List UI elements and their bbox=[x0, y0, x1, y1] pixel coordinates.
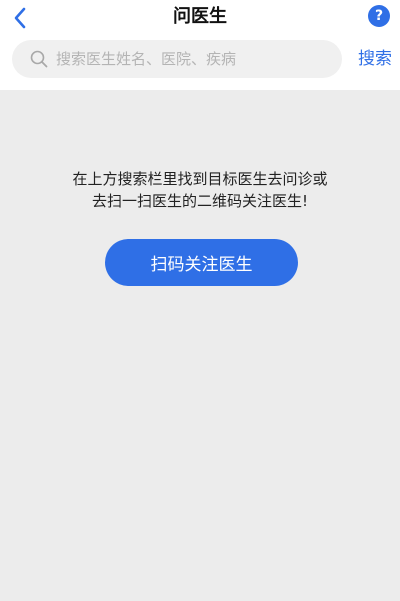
page-title: 问医生 bbox=[173, 6, 227, 27]
search-row: 搜索 bbox=[0, 40, 400, 80]
help-button[interactable]: ? bbox=[368, 5, 390, 27]
title-bar: 问医生 ? bbox=[0, 0, 400, 36]
search-icon bbox=[30, 50, 48, 68]
search-button[interactable]: 搜索 bbox=[358, 48, 392, 70]
scan-follow-doctor-button[interactable]: 扫码关注医生 bbox=[105, 239, 298, 286]
empty-state-message: 在上方搜索栏里找到目标医生去问诊或 去扫一扫医生的二维码关注医生! bbox=[0, 168, 400, 212]
empty-state-line-1: 在上方搜索栏里找到目标医生去问诊或 bbox=[72, 170, 328, 188]
search-box[interactable] bbox=[12, 40, 342, 78]
search-input[interactable] bbox=[54, 43, 328, 75]
empty-state-line-2: 去扫一扫医生的二维码关注医生! bbox=[91, 192, 308, 210]
header: 问医生 ? 搜索 bbox=[0, 0, 400, 90]
screen: 问医生 ? 搜索 在上方搜索栏里找到目标医生去问诊或 去扫一扫医生的二维码关注医… bbox=[0, 0, 400, 601]
help-icon: ? bbox=[374, 8, 384, 24]
